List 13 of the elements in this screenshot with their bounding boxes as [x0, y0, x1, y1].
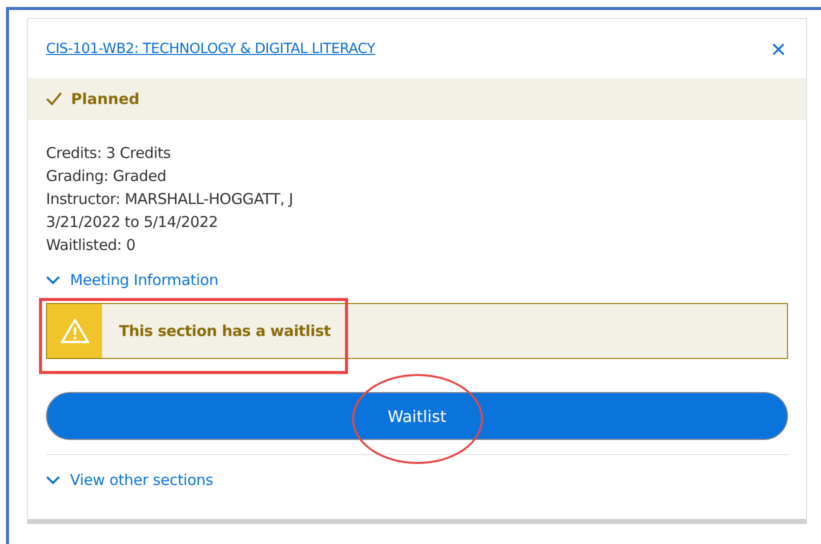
course-title-link[interactable]: CIS-101-WB2: TECHNOLOGY & DIGITAL LITERACY: [46, 40, 376, 56]
close-button[interactable]: ×: [768, 36, 788, 62]
detail-line: 3/21/2022 to 5/14/2022: [46, 212, 219, 233]
detail-line: Waitlisted: 0: [46, 235, 136, 256]
warning-icon: [60, 318, 90, 344]
status-label: Planned: [71, 90, 140, 108]
view-other-sections-toggle[interactable]: View other sections: [46, 471, 214, 489]
meeting-info-toggle[interactable]: Meeting Information: [46, 271, 218, 289]
detail-line: Instructor: MARSHALL-HOGGATT, J: [46, 189, 294, 210]
alert-message: This section has a waitlist: [119, 322, 331, 340]
detail-line: Grading: Graded: [46, 166, 168, 187]
waitlist-button[interactable]: Waitlist: [46, 392, 788, 440]
detail-line: Credits: 3 Credits: [46, 143, 172, 164]
